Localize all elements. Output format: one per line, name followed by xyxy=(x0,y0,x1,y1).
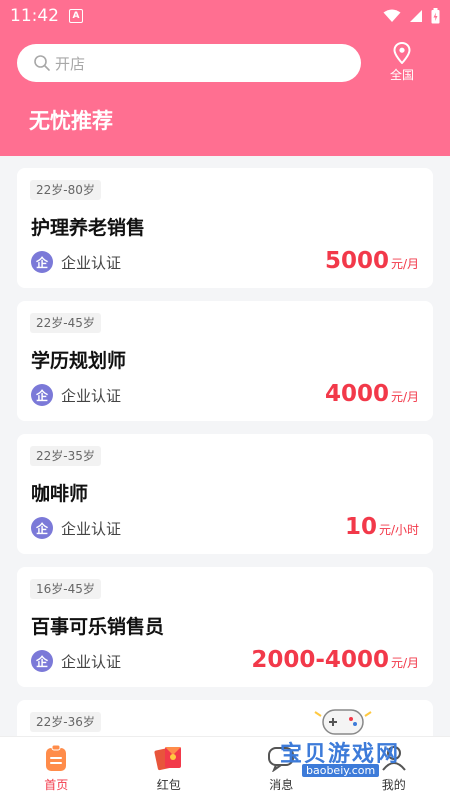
company-certification: 企 企业认证 xyxy=(31,517,121,539)
age-range-tag: 22岁-45岁 xyxy=(30,313,101,333)
status-time: 11:42 xyxy=(10,6,59,26)
tab-home-label: 首页 xyxy=(44,778,69,792)
age-range-tag: 22岁-35岁 xyxy=(30,446,101,466)
profile-icon xyxy=(381,746,406,771)
salary-unit: 元/月 xyxy=(390,656,419,670)
enterprise-badge-icon: 企 xyxy=(31,517,53,539)
location-pin-icon xyxy=(393,42,411,64)
salary-unit: 元/月 xyxy=(390,257,419,271)
salary: 5000 元/月 xyxy=(325,248,419,274)
signal-icon xyxy=(410,10,422,22)
job-card[interactable]: 22岁-80岁 护理养老销售 企 企业认证 5000 元/月 xyxy=(17,168,433,288)
search-icon xyxy=(34,55,50,71)
job-card[interactable]: 22岁-45岁 学历规划师 企 企业认证 4000 元/月 xyxy=(17,301,433,421)
tab-messages[interactable]: 消息 xyxy=(225,737,338,800)
tab-red-packet-label: 红包 xyxy=(156,778,181,792)
salary-unit: 元/小时 xyxy=(378,523,419,537)
wifi-icon xyxy=(383,9,401,22)
job-card[interactable]: 22岁-35岁 咖啡师 企 企业认证 10 元/小时 xyxy=(17,434,433,554)
certification-label: 企业认证 xyxy=(61,519,122,538)
enterprise-badge-icon: 企 xyxy=(31,650,53,672)
salary-amount: 5000 xyxy=(324,248,389,274)
location-selector[interactable]: 全国 xyxy=(384,42,420,86)
job-list: 22岁-80岁 护理养老销售 企 企业认证 5000 元/月 22岁-45岁 学… xyxy=(0,156,450,736)
enterprise-badge-icon: 企 xyxy=(31,384,53,406)
salary-unit: 元/月 xyxy=(390,390,419,404)
salary: 2000-4000 元/月 xyxy=(251,647,419,673)
location-label: 全国 xyxy=(389,68,414,82)
battery-icon xyxy=(431,8,440,24)
salary: 10 元/小时 xyxy=(345,514,419,540)
company-certification: 企 企业认证 xyxy=(31,650,121,672)
salary-amount: 2000-4000 xyxy=(251,647,389,673)
salary: 4000 元/月 xyxy=(325,381,419,407)
salary-amount: 4000 xyxy=(324,381,389,407)
message-icon xyxy=(268,747,295,772)
age-range-tag: 22岁-80岁 xyxy=(30,180,101,200)
search-input[interactable]: 开店 xyxy=(17,44,361,82)
enterprise-badge-icon: 企 xyxy=(31,251,53,273)
notification-icon: A xyxy=(69,9,83,23)
home-icon xyxy=(46,744,67,771)
age-range-tag: 16岁-45岁 xyxy=(30,579,101,599)
tab-messages-label: 消息 xyxy=(269,778,294,792)
status-bar: 11:42 A xyxy=(0,0,450,32)
age-range-tag: 22岁-36岁 xyxy=(30,712,101,732)
certification-label: 企业认证 xyxy=(61,652,122,671)
tab-red-packet[interactable]: 红包 xyxy=(113,737,226,800)
salary-amount: 10 xyxy=(344,514,377,540)
section-title: 无忧推荐 xyxy=(29,109,113,133)
job-title: 护理养老销售 xyxy=(31,217,146,239)
job-card[interactable]: 22岁-36岁 xyxy=(17,700,433,736)
certification-label: 企业认证 xyxy=(61,386,122,405)
job-title: 学历规划师 xyxy=(31,350,127,372)
search-placeholder: 开店 xyxy=(55,54,86,73)
company-certification: 企 企业认证 xyxy=(31,384,121,406)
job-title: 百事可乐销售员 xyxy=(31,616,165,638)
job-title: 咖啡师 xyxy=(31,483,89,505)
tab-profile[interactable]: 我的 xyxy=(338,737,450,800)
job-card[interactable]: 16岁-45岁 百事可乐销售员 企 企业认证 2000-4000 元/月 xyxy=(17,567,433,687)
tab-profile-label: 我的 xyxy=(381,778,406,792)
bottom-tab-bar: 首页 红包 消息 我的 xyxy=(0,736,450,800)
certification-label: 企业认证 xyxy=(61,253,122,272)
tab-home[interactable]: 首页 xyxy=(0,737,113,800)
company-certification: 企 企业认证 xyxy=(31,251,121,273)
red-packet-icon xyxy=(154,747,181,771)
header: 开店 全国 无忧推荐 xyxy=(0,32,450,156)
